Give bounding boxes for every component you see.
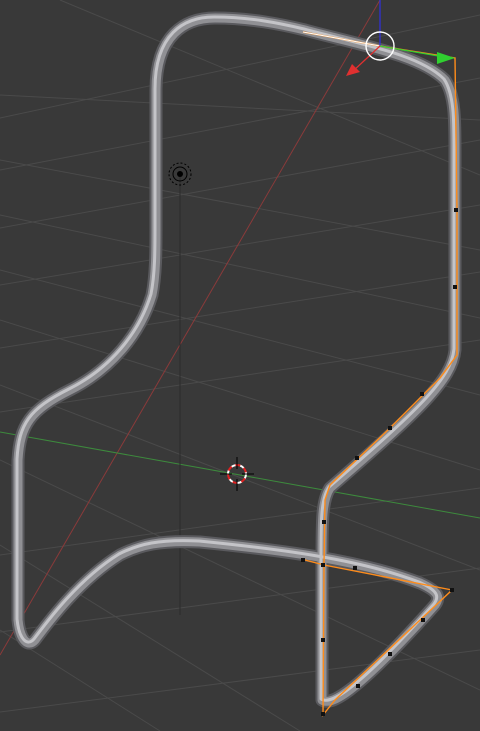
y-handle-arrow[interactable] (437, 52, 455, 64)
chair-tube[interactable] (11, 11, 462, 708)
floor-grid (0, 0, 480, 731)
y-axis-line (0, 431, 480, 519)
3d-viewport[interactable] (0, 0, 480, 731)
